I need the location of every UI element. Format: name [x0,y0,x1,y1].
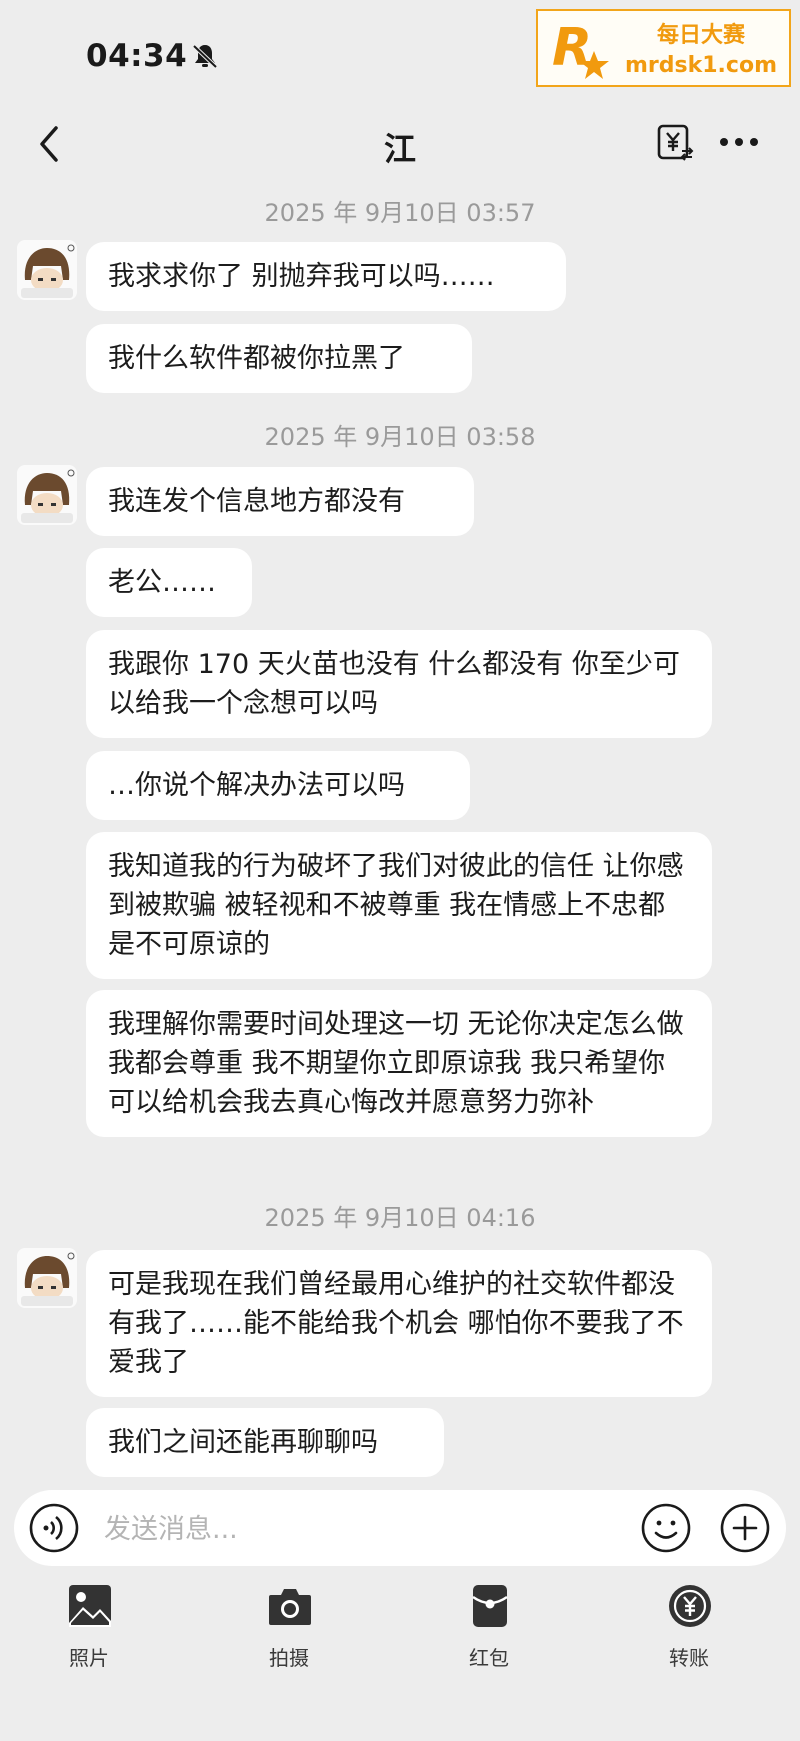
toolbar-photo-button[interactable]: 照片 [29,1583,149,1673]
plus-icon[interactable] [719,1502,771,1554]
message-bubble: 我连发个信息地方都没有 [86,467,474,536]
transfer-icon [669,1585,711,1627]
avatar[interactable] [17,465,77,525]
photo-icon [69,1585,111,1627]
message-bubble: 老公…… [86,548,252,617]
transfer-header-icon[interactable] [656,123,696,163]
muted-bell-icon [192,44,218,69]
message-bubble: 我求求你了 别抛弃我可以吗…… [86,242,566,311]
avatar[interactable] [17,1248,77,1308]
avatar-cartoon-icon [21,469,75,523]
message-composer [14,1490,786,1566]
avatar[interactable] [17,240,77,300]
toolbar-label: 拍摄 [269,1646,309,1670]
watermark-logo-letter: R [552,18,592,78]
toolbar-transfer-button[interactable]: 转账 [629,1583,749,1673]
status-time: 04:34 [86,38,188,74]
message-timestamp: 2025 年 9月10日 03:57 [264,199,536,227]
message-timestamp: 2025 年 9月10日 03:58 [264,423,536,451]
toolbar-label: 转账 [669,1646,709,1670]
toolbar-label: 照片 [69,1646,109,1670]
message-bubble: 我什么软件都被你拉黑了 [86,324,472,393]
message-bubble: 我跟你 170 天火苗也没有 什么都没有 你至少可以给我一个念想可以吗 [86,630,712,738]
emoji-icon[interactable] [640,1502,692,1554]
avatar-cartoon-icon [21,1252,75,1306]
watermark-logo: R 每日大赛 mrdsk1.com [536,9,791,87]
more-options-icon[interactable] [718,134,760,150]
message-bubble: 我们之间还能再聊聊吗 [86,1408,444,1477]
toolbar-camera-button[interactable]: 拍摄 [229,1583,349,1673]
toolbar-label: 红包 [469,1646,509,1670]
voice-icon[interactable] [28,1502,80,1554]
watermark-r-star-icon: R [552,18,609,79]
message-bubble: 我知道我的行为破坏了我们对彼此的信任 让你感到被欺骗 被轻视和不被尊重 我在情感… [86,832,712,979]
avatar-cartoon-icon [21,244,75,298]
toolbar-red-packet-button[interactable]: 红包 [429,1583,549,1673]
message-timestamp: 2025 年 9月10日 04:16 [264,1204,536,1232]
message-bubble: 我理解你需要时间处理这一切 无论你决定怎么做 我都会尊重 我不期望你立即原谅我 … [86,990,712,1137]
camera-icon [269,1589,311,1625]
message-input[interactable] [102,1504,546,1554]
message-bubble: 可是我现在我们曾经最用心维护的社交软件都没有我了……能不能给我个机会 哪怕你不要… [86,1250,712,1397]
watermark-url: mrdsk1.com [625,53,777,78]
watermark-name: 每日大赛 [656,23,745,48]
message-bubble: …你说个解决办法可以吗 [86,751,470,820]
red-packet-icon [472,1585,508,1627]
